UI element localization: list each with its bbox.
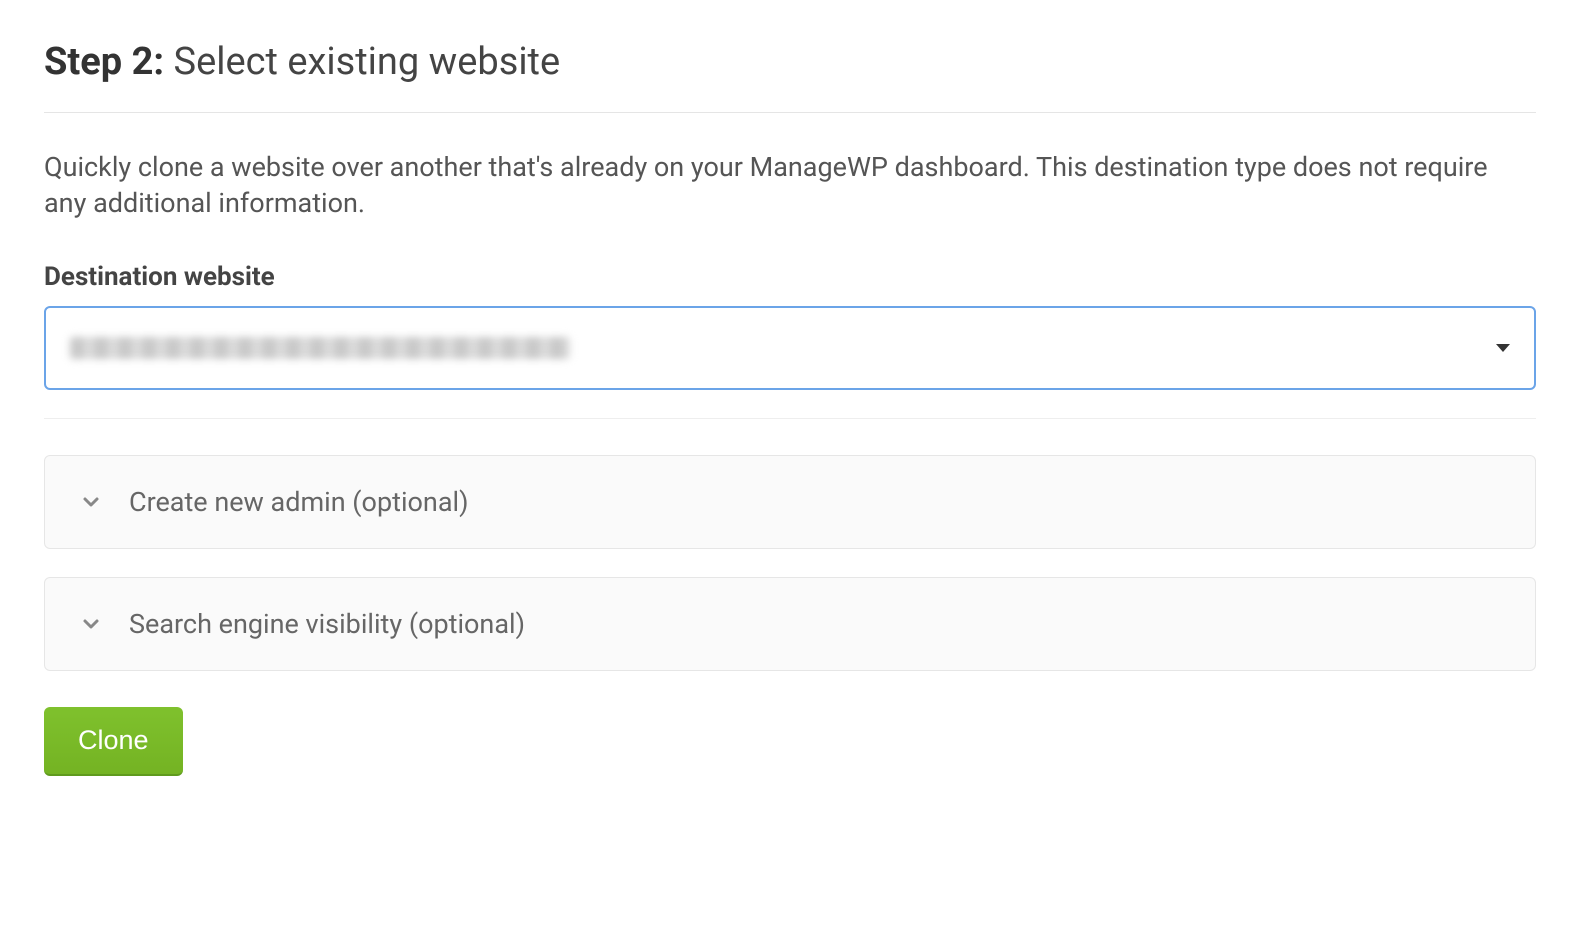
destination-label: Destination website <box>44 262 1536 292</box>
caret-down-icon <box>1496 344 1510 352</box>
accordion-title: Search engine visibility (optional) <box>129 608 525 640</box>
chevron-down-icon <box>81 614 101 634</box>
destination-selected-value <box>70 337 570 359</box>
divider <box>44 418 1536 419</box>
divider <box>44 112 1536 113</box>
clone-button[interactable]: Clone <box>44 707 183 776</box>
step-prefix: Step 2: <box>44 40 164 84</box>
accordion-title: Create new admin (optional) <box>129 486 468 518</box>
step-title: Select existing website <box>164 40 560 84</box>
accordion-search-engine-visibility[interactable]: Search engine visibility (optional) <box>44 577 1536 671</box>
description-text: Quickly clone a website over another tha… <box>44 149 1536 222</box>
step-heading: Step 2: Select existing website <box>44 40 1536 84</box>
destination-website-select[interactable] <box>44 306 1536 390</box>
chevron-down-icon <box>81 492 101 512</box>
accordion-create-new-admin[interactable]: Create new admin (optional) <box>44 455 1536 549</box>
